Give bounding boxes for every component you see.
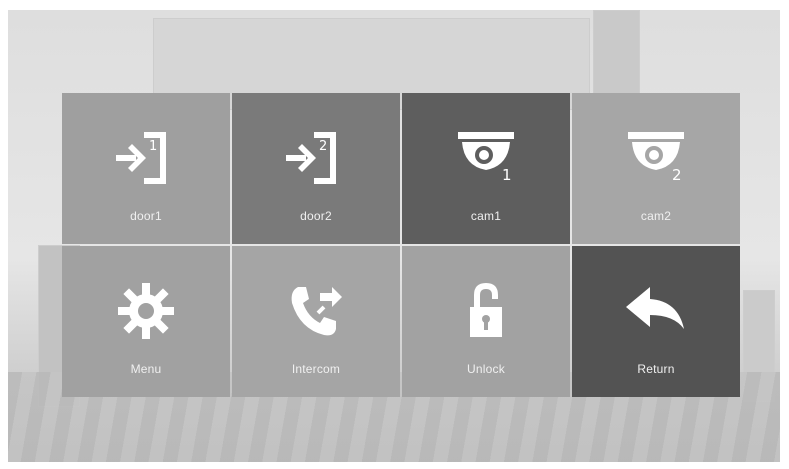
unlock-icon — [470, 283, 502, 337]
return-label: Return — [637, 362, 675, 376]
door-enter-icon: 1 — [116, 132, 166, 184]
door-enter-icon: 2 — [286, 132, 336, 184]
gear-icon — [118, 283, 174, 339]
cam2-index: 2 — [672, 166, 682, 184]
intercom-button[interactable]: Intercom — [232, 246, 400, 397]
intercom-label: Intercom — [291, 362, 341, 376]
unlock-label: Unlock — [467, 362, 505, 376]
door1-index: 1 — [149, 139, 157, 154]
cam2-label: cam2 — [640, 209, 672, 223]
door2-label: door2 — [300, 209, 332, 223]
menu-button[interactable]: Menu — [62, 246, 230, 397]
return-button[interactable]: Return — [572, 246, 740, 397]
background-curtain — [593, 10, 640, 102]
dome-camera-icon: 1 — [458, 132, 514, 184]
door2-button[interactable]: 2 door2 — [232, 93, 400, 244]
door1-button[interactable]: 1 door1 — [62, 93, 230, 244]
return-arrow-icon — [626, 287, 684, 329]
cam1-button[interactable]: 1 cam1 — [402, 93, 570, 244]
unlock-button[interactable]: Unlock — [402, 246, 570, 397]
door1-label: door1 — [130, 209, 162, 223]
cam1-label: cam1 — [470, 209, 502, 223]
cam2-button[interactable]: 2 cam2 — [572, 93, 740, 244]
menu-label: Menu — [130, 362, 162, 376]
dome-camera-icon: 2 — [628, 132, 684, 184]
phone-transfer-icon — [291, 287, 342, 336]
door2-index: 2 — [319, 139, 327, 154]
cam1-index: 1 — [502, 166, 512, 184]
